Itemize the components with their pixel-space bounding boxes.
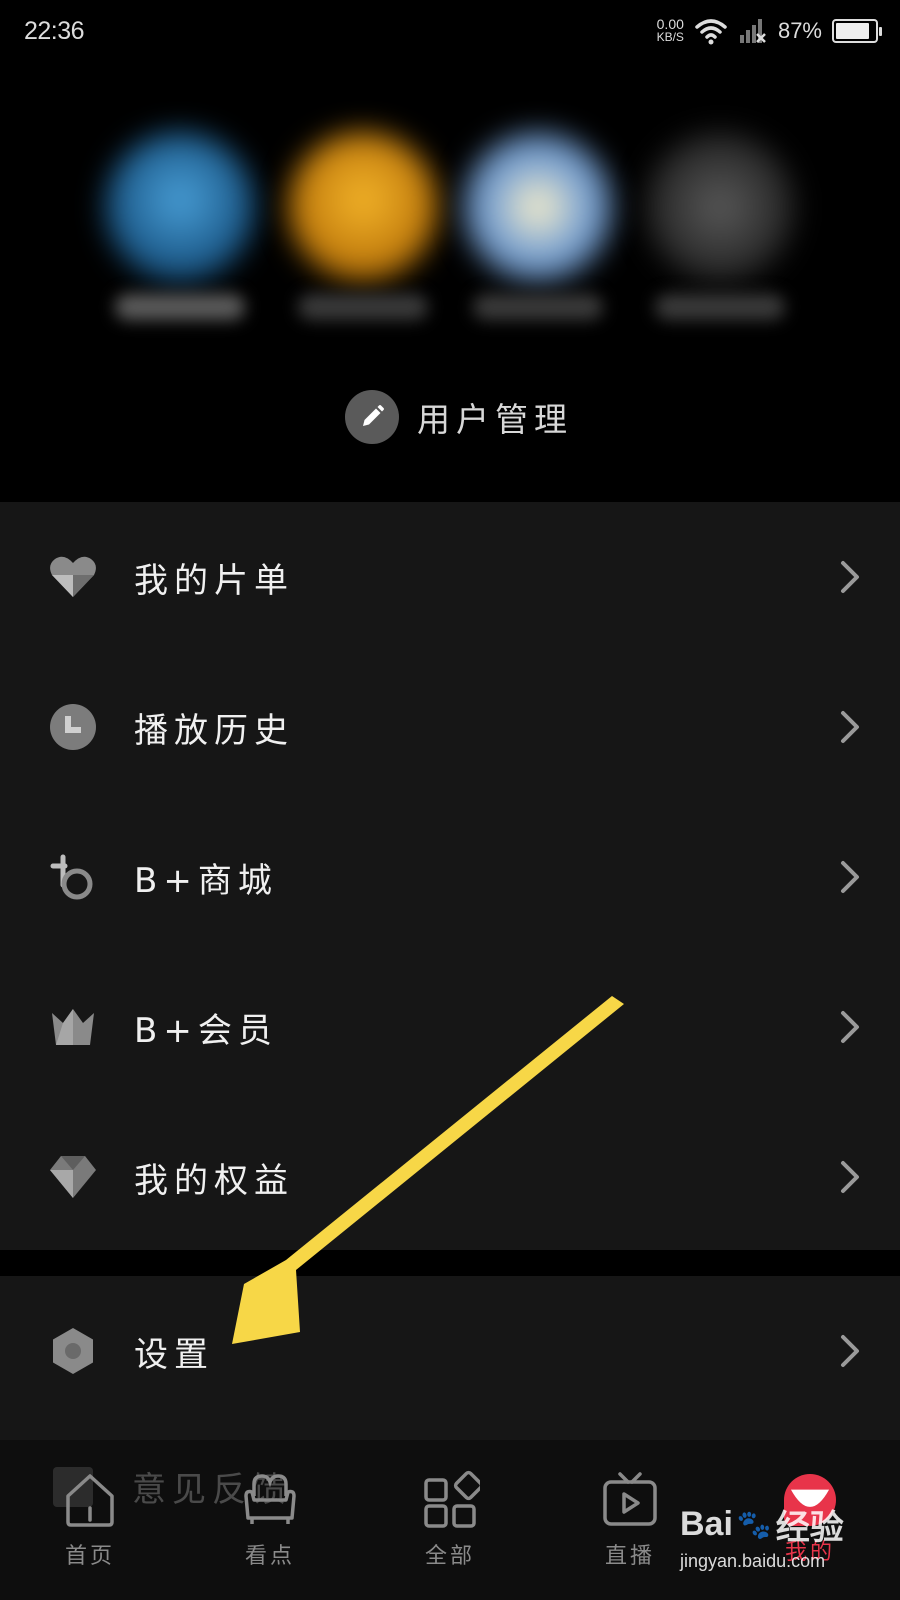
pencil-icon bbox=[345, 390, 399, 444]
battery-icon bbox=[832, 19, 882, 43]
profile-name-blurred bbox=[115, 294, 245, 320]
chevron-right-icon bbox=[841, 1161, 859, 1193]
profile-avatar[interactable] bbox=[645, 132, 795, 282]
menu-item-label: B+商城 bbox=[134, 860, 278, 901]
network-speed-unit: KB/S bbox=[656, 30, 684, 44]
menu-item-bplus-vip[interactable]: B+会员 bbox=[0, 952, 900, 1102]
profile-avatar[interactable] bbox=[288, 132, 438, 282]
profile-name-blurred bbox=[473, 294, 603, 320]
settings-section: 设置 bbox=[0, 1276, 900, 1440]
profile-avatar[interactable] bbox=[463, 132, 613, 282]
nav-tab-live[interactable]: 直播 bbox=[575, 1470, 685, 1570]
grid-icon bbox=[424, 1470, 480, 1528]
bplus-mall-icon bbox=[48, 852, 98, 902]
menu-item-label: 设置 bbox=[134, 1334, 214, 1375]
user-management-label: 用户管理 bbox=[417, 400, 573, 439]
status-bar: 22:36 0.00 KB/S 87% bbox=[0, 0, 900, 62]
menu-item-my-list[interactable]: 我的片单 bbox=[0, 502, 900, 652]
chevron-right-icon bbox=[841, 1335, 859, 1367]
nav-tab-label: 全部 bbox=[424, 1544, 475, 1569]
watermark-brand-suffix: 经验 bbox=[775, 1509, 844, 1547]
heart-icon bbox=[48, 552, 98, 602]
battery-fill bbox=[836, 23, 870, 39]
profile-avatar[interactable] bbox=[105, 132, 255, 282]
clock-icon bbox=[48, 702, 98, 752]
watermark-brand: Bai bbox=[680, 1505, 733, 1543]
home-icon bbox=[66, 1474, 114, 1527]
sofa-icon bbox=[244, 1474, 296, 1524]
status-time: 22:36 bbox=[24, 16, 85, 45]
paw-icon: 🐾 bbox=[736, 1509, 772, 1540]
watermark-url: jingyan.baidu.com bbox=[680, 1551, 826, 1571]
chevron-right-icon bbox=[841, 861, 859, 893]
tv-play-icon bbox=[603, 1472, 657, 1526]
hexagon-gear-icon bbox=[48, 1326, 98, 1376]
gem-icon bbox=[48, 1152, 98, 1202]
menu-list: 我的片单 播放历史 B+商城 B+会员 我的权益 bbox=[0, 502, 900, 1250]
cellular-signal-icon bbox=[739, 19, 766, 43]
baidu-jingyan-watermark: Bai 🐾 经验 jingyan.baidu.com bbox=[680, 1500, 880, 1572]
menu-item-label: 播放历史 bbox=[134, 710, 294, 751]
profile-switcher: 用户管理 bbox=[0, 62, 900, 502]
chevron-right-icon bbox=[841, 561, 859, 593]
crown-icon bbox=[48, 1002, 98, 1052]
menu-item-bplus-mall[interactable]: B+商城 bbox=[0, 802, 900, 952]
nav-tab-label: 看点 bbox=[244, 1544, 295, 1569]
profile-name-blurred bbox=[298, 294, 428, 320]
status-indicators: 0.00 KB/S 87% bbox=[656, 17, 882, 45]
battery-percent: 87% bbox=[777, 18, 822, 43]
menu-item-play-history[interactable]: 播放历史 bbox=[0, 652, 900, 802]
nav-tab-home[interactable]: 首页 bbox=[35, 1470, 145, 1570]
wifi-icon bbox=[695, 19, 727, 45]
nav-tab-label: 首页 bbox=[64, 1544, 115, 1569]
chevron-right-icon bbox=[841, 711, 859, 743]
menu-item-my-benefits[interactable]: 我的权益 bbox=[0, 1102, 900, 1252]
nav-tab-all[interactable]: 全部 bbox=[395, 1470, 505, 1570]
profile-name-blurred bbox=[655, 294, 785, 320]
menu-item-label: 我的片单 bbox=[134, 560, 294, 601]
menu-item-label: 我的权益 bbox=[134, 1160, 294, 1201]
nav-tab-highlights[interactable]: 看点 bbox=[215, 1470, 325, 1570]
user-management-button[interactable]: 用户管理 bbox=[345, 390, 573, 444]
menu-item-label: B+会员 bbox=[134, 1010, 278, 1051]
nav-tab-label: 直播 bbox=[604, 1544, 655, 1569]
chevron-right-icon bbox=[841, 1011, 859, 1043]
network-speed: 0.00 KB/S bbox=[656, 17, 684, 44]
menu-item-settings[interactable]: 设置 bbox=[0, 1276, 900, 1426]
